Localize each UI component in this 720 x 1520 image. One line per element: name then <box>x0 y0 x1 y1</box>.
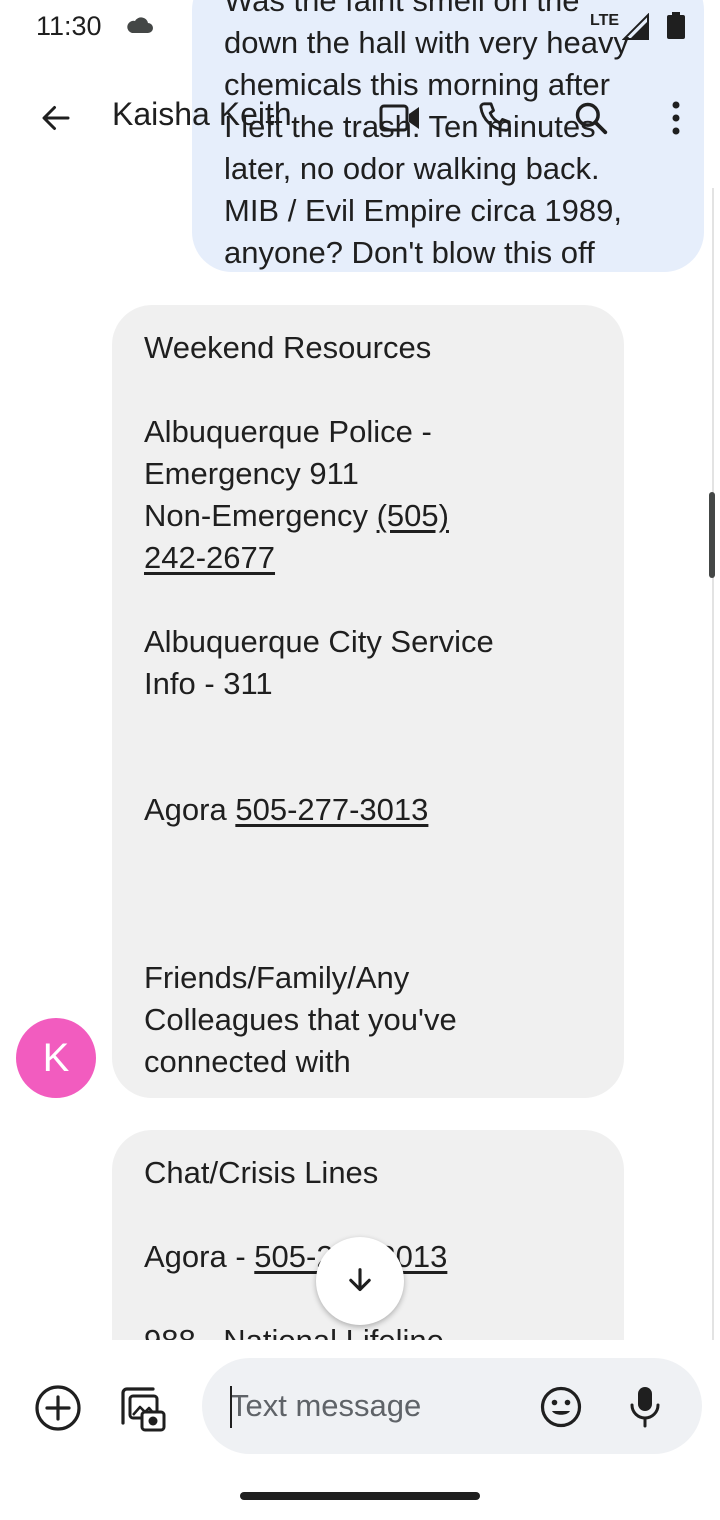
text-cursor <box>230 1386 232 1428</box>
scrollbar-track <box>712 188 714 1464</box>
video-call-button[interactable] <box>372 90 428 146</box>
message-line: anyone? Don't blow this off <box>224 235 595 270</box>
message-line: Colleagues that you've <box>144 1002 457 1037</box>
phone-link[interactable]: 242-2677 <box>144 540 275 575</box>
signal-icon <box>622 13 649 40</box>
incoming-message-bubble[interactable]: Weekend Resources Albuquerque Police - E… <box>112 305 624 1098</box>
scrollbar-thumb[interactable] <box>709 492 715 578</box>
emoji-button[interactable] <box>536 1382 586 1432</box>
message-line: 242-2677 <box>144 537 592 579</box>
cloud-icon <box>127 17 153 33</box>
message-line: Emergency 911 <box>144 456 359 491</box>
message-title: Chat/Crisis Lines <box>144 1155 379 1190</box>
message-text: Agora - <box>144 1239 255 1274</box>
back-button[interactable] <box>28 90 84 146</box>
message-line: connected with <box>144 1044 351 1079</box>
voice-call-button[interactable] <box>467 90 523 146</box>
message-line: Friends/Family/Any <box>144 960 410 995</box>
message-text: Non-Emergency <box>144 498 377 533</box>
message-input[interactable] <box>230 1384 520 1428</box>
message-line: Non-Emergency (505) <box>144 495 592 537</box>
more-options-button[interactable] <box>648 90 704 146</box>
add-circle-icon <box>35 1385 81 1431</box>
phone-icon <box>479 102 511 132</box>
search-icon <box>575 102 608 135</box>
compose-bar <box>0 1340 720 1480</box>
message-title: Weekend Resources <box>144 330 432 365</box>
scroll-to-bottom-button[interactable] <box>316 1237 404 1325</box>
conversation-list[interactable]: Was the faint smell on the down the hall… <box>0 0 720 1340</box>
battery-icon <box>667 12 685 39</box>
contact-name[interactable]: Kaisha Keith <box>112 96 292 133</box>
arrow-down-icon <box>349 1268 371 1292</box>
message-text: Agora <box>144 792 236 827</box>
search-button[interactable] <box>563 90 619 146</box>
message-line: MIB / Evil Empire circa 1989, <box>224 193 622 228</box>
voice-input-button[interactable] <box>620 1382 670 1432</box>
status-time: 11:30 <box>36 11 102 41</box>
gallery-button[interactable] <box>114 1380 170 1436</box>
phone-link[interactable]: 505-277-3013 <box>235 792 428 827</box>
emoji-icon <box>540 1386 582 1428</box>
video-call-icon <box>379 104 419 132</box>
conversation-top-bar: Kaisha Keith <box>0 76 720 160</box>
message-line: Info - 311 <box>144 666 273 701</box>
attach-button[interactable] <box>30 1380 86 1436</box>
compose-field[interactable] <box>202 1358 702 1454</box>
message-line: Albuquerque Police - <box>144 414 432 449</box>
more-vert-icon <box>672 101 680 135</box>
gallery-camera-icon <box>121 1387 166 1432</box>
sender-avatar[interactable]: K <box>16 1018 96 1098</box>
message-line: Albuquerque City Service <box>144 624 494 659</box>
message-line: Agora 505-277-3013 <box>144 789 592 831</box>
mic-icon <box>630 1387 660 1428</box>
status-bar: 11:30 LTE <box>0 0 720 52</box>
back-arrow-icon <box>42 106 70 130</box>
network-type: LTE <box>590 12 620 29</box>
phone-link[interactable]: (505) <box>377 498 449 533</box>
gesture-nav-handle[interactable] <box>240 1492 480 1500</box>
